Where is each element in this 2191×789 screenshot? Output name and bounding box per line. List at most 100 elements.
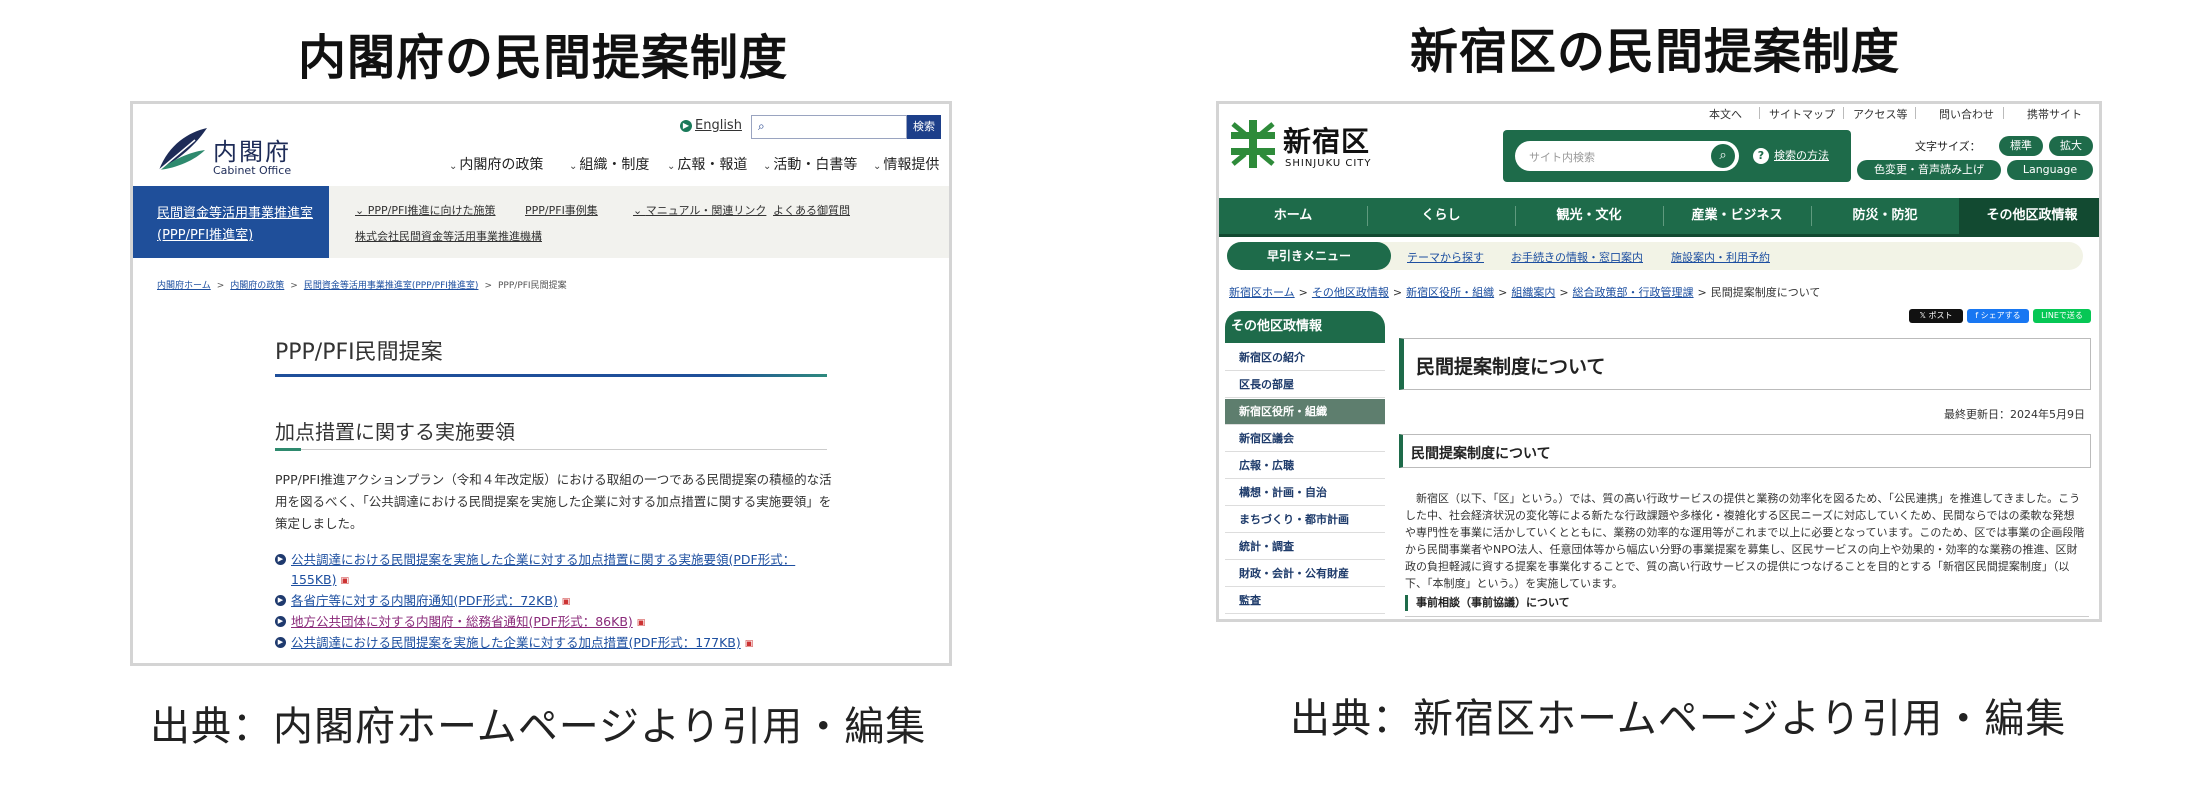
quick-menu-label[interactable]: 早引きメニュー xyxy=(1227,242,1391,270)
font-standard-button[interactable]: 標準 xyxy=(1999,136,2043,156)
share-facebook-button[interactable]: f シェアする xyxy=(1967,309,2029,323)
side-item[interactable]: 新宿区議会 xyxy=(1225,426,1385,452)
breadcrumb: 内閣府ホーム > 内閣府の政策 > 民間資金等活用事業推進室(PPP/PFI推進室) > P… xyxy=(157,281,567,291)
util-separator xyxy=(2003,107,2004,119)
logo-title[interactable]: 新宿区 xyxy=(1283,120,1370,160)
subnav-link-faq[interactable]: よくある御質問 xyxy=(773,202,850,218)
subnav-current-line2: (PPP/PFI推進室) xyxy=(157,228,254,243)
logo-title: 内閣府 xyxy=(213,138,291,166)
nav-label: 活動・白書等 xyxy=(773,157,858,173)
font-size-label: 文字サイズ： xyxy=(1915,140,1981,153)
document-list: ▶ 公共調達における民間提案を実施した企業に対する加点措置に関する実施要領(PDF… xyxy=(275,550,835,654)
util-link-contact[interactable]: 問い合わせ xyxy=(1939,106,1994,122)
left-heading: 内閣府の民間提案制度 xyxy=(298,30,789,86)
document-link[interactable]: 公共調達における民間提案を実施した企業に対する加点措置(PDF形式：177KB) xyxy=(291,635,741,650)
section-body: 新宿区（以下、「区」という。）では、質の高い行政サービスの提供と業務の効率化を図… xyxy=(1405,490,2085,592)
quick-link-facilities[interactable]: 施設案内・利用予約 xyxy=(1671,249,1770,265)
nav-policy[interactable]: ⌄ 内閣府の政策 xyxy=(449,154,543,174)
leaf-logo-icon xyxy=(156,128,207,173)
nav-other-info[interactable]: その他区政情報 xyxy=(1959,198,2099,234)
nav-home[interactable]: ホーム xyxy=(1219,198,1367,234)
nav-information[interactable]: ⌄ 情報提供 xyxy=(873,154,939,174)
search-help-link[interactable]: ? 検索の方法 xyxy=(1753,147,1829,164)
breadcrumb-link[interactable]: 新宿区ホーム xyxy=(1229,286,1295,299)
document-item[interactable]: ▶ 公共調達における民間提案を実施した企業に対する加点措置(PDF形式：177KB… xyxy=(275,633,835,654)
nav-living[interactable]: くらし xyxy=(1367,198,1515,234)
quick-link-themes[interactable]: テーマから探す xyxy=(1407,249,1484,265)
pdf-icon: ▣ xyxy=(636,618,646,628)
side-item[interactable]: 区長の部屋 xyxy=(1225,372,1385,398)
document-link[interactable]: 公共調達における民間提案を実施した企業に対する加点措置に関する実施要領(PDF形… xyxy=(291,552,795,587)
color-change-button[interactable]: 色変更・音声読み上げ xyxy=(1857,160,2001,180)
quick-menu: 早引きメニュー テーマから探す お手続きの情報・窓口案内 施設案内・利用予約 xyxy=(1227,242,2083,270)
share-x-button[interactable]: 𝕏 ポスト xyxy=(1909,309,1963,323)
logo-subtitle: SHINJUKU CITY xyxy=(1285,158,1372,169)
side-item[interactable]: まちづくり・都市計画 xyxy=(1225,507,1385,533)
document-link[interactable]: 各省庁等に対する内閣府通知(PDF形式：72KB) xyxy=(291,593,558,608)
side-item[interactable]: 構想・計画・自治 xyxy=(1225,480,1385,506)
breadcrumb-link[interactable]: 民間資金等活用事業推進室(PPP/PFI推進室) xyxy=(304,281,479,291)
side-item[interactable]: 広報・広聴 xyxy=(1225,453,1385,479)
chevron-down-icon: ⌄ xyxy=(873,161,882,172)
side-item[interactable]: 統計・調査 xyxy=(1225,534,1385,560)
font-large-button[interactable]: 拡大 xyxy=(2049,136,2093,156)
side-item[interactable]: 監査 xyxy=(1225,588,1385,614)
search-button[interactable]: 検索 xyxy=(907,115,941,139)
side-heading[interactable]: その他区政情報 xyxy=(1225,311,1385,343)
breadcrumb-link[interactable]: 総合政策部・行政管理課 xyxy=(1573,286,1694,299)
nav-underline xyxy=(1219,234,2099,237)
util-link-sitemap[interactable]: サイトマップ xyxy=(1769,106,1835,122)
breadcrumb-link[interactable]: 内閣府ホーム xyxy=(157,281,211,291)
breadcrumb-link[interactable]: 内閣府の政策 xyxy=(230,281,284,291)
search-icon: ⌕ xyxy=(758,119,765,133)
breadcrumb-link[interactable]: 新宿区役所・組織 xyxy=(1406,286,1494,299)
search-help-label: 検索の方法 xyxy=(1774,149,1829,162)
search-icon[interactable]: ⌕ xyxy=(1711,144,1735,168)
document-item[interactable]: ▶ 公共調達における民間提案を実施した企業に対する加点措置に関する実施要領(PDF… xyxy=(275,550,835,591)
nav-press[interactable]: ⌄ 広報・報道 xyxy=(667,154,747,174)
section-body-text: 新宿区（以下、「区」という。）では、質の高い行政サービスの提供と業務の効率化を図… xyxy=(1405,492,2085,590)
subnav-link-organization[interactable]: 株式会社民間資金等活用事業推進機構 xyxy=(355,228,542,244)
side-item[interactable]: 新宿区の紹介 xyxy=(1225,345,1385,371)
document-item[interactable]: ▶ 各省庁等に対する内閣府通知(PDF形式：72KB) ▣ xyxy=(275,591,835,612)
nav-organization[interactable]: ⌄ 組織・制度 xyxy=(569,154,649,174)
search-input[interactable]: サイト内検索 ⌕ xyxy=(1515,141,1739,171)
shinjuku-emblem-icon[interactable] xyxy=(1227,118,1279,170)
nav-safety[interactable]: 防災・防犯 xyxy=(1811,198,1959,234)
chevron-down-icon: ⌄ xyxy=(667,161,676,172)
document-link[interactable]: 地方公共団体に対する内閣府・総務省通知(PDF形式：86KB) xyxy=(291,614,633,629)
subnav-link-measures[interactable]: ⌄ PPP/PFI推進に向けた施策 xyxy=(355,202,496,218)
logo-subtitle: Cabinet Office xyxy=(213,164,292,177)
nav-label: 組織・制度 xyxy=(579,157,650,173)
util-separator xyxy=(1759,107,1760,119)
nav-tourism[interactable]: 観光・文化 xyxy=(1515,198,1663,234)
share-line-button[interactable]: LINEで送る xyxy=(2033,309,2091,323)
section-accent xyxy=(275,448,301,451)
pdf-icon: ▣ xyxy=(340,576,350,586)
english-link[interactable]: ▶ English xyxy=(680,118,742,133)
util-separator xyxy=(1843,107,1844,119)
language-button[interactable]: Language xyxy=(2007,160,2093,180)
cabinet-office-logo[interactable]: 内閣府 Cabinet Office xyxy=(155,126,291,186)
section-body: PPP/PFI推進アクションプラン（令和４年改定版）における取組の一つである民間… xyxy=(275,472,832,531)
document-item[interactable]: ▶ 地方公共団体に対する内閣府・総務省通知(PDF形式：86KB) ▣ xyxy=(275,612,835,633)
cabinet-office-screenshot: 内閣府 Cabinet Office ▶ English ⌕ 検索 ⌄ 内閣府の政策… xyxy=(130,101,952,666)
nav-business[interactable]: 産業・ビジネス xyxy=(1663,198,1811,234)
breadcrumb-link[interactable]: 組織案内 xyxy=(1511,286,1555,299)
breadcrumb-link[interactable]: その他区政情報 xyxy=(1312,286,1389,299)
side-item[interactable]: 財政・会計・公有財産 xyxy=(1225,561,1385,587)
util-link-access[interactable]: アクセス等 xyxy=(1853,106,1907,122)
nav-activities[interactable]: ⌄ 活動・白書等 xyxy=(763,154,857,174)
breadcrumb-current: PPP/PFI民間提案 xyxy=(498,281,567,291)
search-input[interactable]: ⌕ xyxy=(751,115,907,139)
section-title: 加点措置に関する実施要領 xyxy=(275,420,515,444)
subnav-link-manuals[interactable]: ⌄ マニュアル・関連リンク xyxy=(633,202,766,218)
subnav-link-cases[interactable]: PPP/PFI事例集 xyxy=(525,202,598,218)
subnav-current-office[interactable]: 民間資金等活用事業推進室 (PPP/PFI推進室) xyxy=(133,186,329,258)
side-item-active[interactable]: 新宿区役所・組織 xyxy=(1225,399,1385,425)
util-link-mobile[interactable]: 携帯サイト xyxy=(2027,106,2082,122)
nav-label: 内閣府の政策 xyxy=(459,157,544,173)
util-link-main[interactable]: 本文へ xyxy=(1709,106,1742,122)
share-facebook-label: シェアする xyxy=(1980,311,2021,320)
quick-link-procedures[interactable]: お手続きの情報・窓口案内 xyxy=(1511,249,1643,265)
